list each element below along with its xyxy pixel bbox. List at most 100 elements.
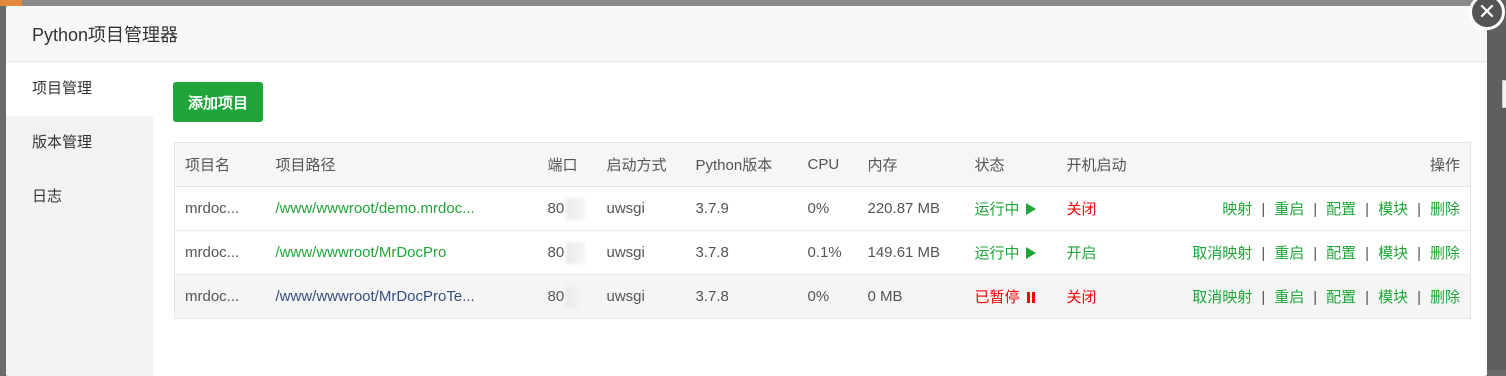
start-mode: uwsgi [596,274,686,319]
unmap-button[interactable]: 取消映射 [1192,289,1252,306]
port-value: 80 [547,287,565,305]
action-separator: | [1365,201,1370,218]
col-header-path: 项目路径 [265,142,538,187]
action-separator: | [1313,245,1318,262]
table-row: mrdoc... /www/wwwroot/MrDocPro 80 uwsgi … [174,230,1471,275]
play-icon [1025,203,1036,215]
project-name: mrdoc... [174,274,266,319]
status-cell: 运行中 [964,186,1057,231]
sidebar-item-logs[interactable]: 日志 [6,170,153,224]
cpu-usage: 0.1% [797,230,858,275]
config-button[interactable]: 配置 [1326,201,1356,218]
port-value: 80 [547,243,565,261]
status-cell: 运行中 [964,230,1057,275]
project-path-link[interactable]: /www/wwwroot/MrDocPro [276,244,447,261]
col-header-cpu: CPU [797,142,858,187]
backdrop-ghost-button [1502,80,1506,108]
status-toggle[interactable]: 运行中 [975,201,1036,218]
map-button[interactable]: 映射 [1222,201,1252,218]
delete-button[interactable]: 删除 [1430,289,1460,306]
sidebar: 项目管理 版本管理 日志 [6,62,153,376]
action-separator: | [1261,201,1266,218]
boot-cell: 关闭 [1056,186,1157,231]
python-manager-dialog: Python项目管理器 项目管理 版本管理 日志 添加项目 项目名 项目路径 端… [6,6,1487,376]
restart-button[interactable]: 重启 [1274,289,1304,306]
status-cell: 已暂停 [964,274,1057,319]
project-name: mrdoc... [174,230,266,275]
status-label: 运行中 [974,245,1020,262]
port-redaction [566,241,587,264]
actions-cell: 取消映射 | 重启 | 配置 | 模块 | 删除 [1156,274,1471,319]
table-row: mrdoc... /www/wwwroot/MrDocProTe... 80 u… [174,274,1471,319]
memory-usage: 220.87 MB [857,186,965,231]
port-redaction [566,285,587,308]
col-header-boot: 开机启动 [1056,142,1157,187]
actions-cell: 映射 | 重启 | 配置 | 模块 | 删除 [1156,186,1471,231]
memory-usage: 149.61 MB [857,230,965,275]
port-cell: 80 [537,186,597,231]
boot-toggle[interactable]: 关闭 [1067,289,1097,306]
project-path-cell: /www/wwwroot/MrDocPro [265,230,538,275]
project-path-cell: /www/wwwroot/MrDocProTe... [265,274,538,319]
port-cell: 80 [537,274,597,319]
unmap-button[interactable]: 取消映射 [1192,245,1252,262]
delete-button[interactable]: 删除 [1430,245,1460,262]
dialog-title: Python项目管理器 [32,24,179,45]
module-button[interactable]: 模块 [1378,245,1408,262]
config-button[interactable]: 配置 [1326,245,1356,262]
python-version: 3.7.9 [685,186,798,231]
col-header-status: 状态 [964,142,1057,187]
cpu-usage: 0% [797,186,858,231]
boot-cell: 开启 [1056,230,1157,275]
port-value: 80 [547,199,565,217]
col-header-python-version: Python版本 [685,142,798,187]
project-path-link[interactable]: /www/wwwroot/demo.mrdoc... [276,200,475,217]
cpu-usage: 0% [797,274,858,319]
boot-cell: 关闭 [1056,274,1157,319]
table-row: mrdoc... /www/wwwroot/demo.mrdoc... 80 u… [174,186,1471,231]
port-cell: 80 [537,230,597,275]
col-header-memory: 内存 [857,142,965,187]
project-path-link[interactable]: /www/wwwroot/MrDocProTe... [276,288,475,305]
sidebar-item-project-management[interactable]: 项目管理 [6,62,153,116]
boot-toggle[interactable]: 关闭 [1067,201,1097,218]
dialog-header: Python项目管理器 [6,6,1487,62]
status-toggle[interactable]: 已暂停 [975,289,1036,306]
status-label: 运行中 [974,201,1020,218]
delete-button[interactable]: 删除 [1430,201,1460,218]
pause-icon [1026,292,1036,303]
boot-toggle[interactable]: 开启 [1067,245,1097,262]
main-content: 添加项目 项目名 项目路径 端口 启动方式 Python版本 CPU 内存 状态… [153,62,1487,376]
action-separator: | [1313,201,1318,218]
python-version: 3.7.8 [685,230,798,275]
action-separator: | [1417,245,1421,262]
module-button[interactable]: 模块 [1378,289,1408,306]
restart-button[interactable]: 重启 [1274,245,1304,262]
status-toggle[interactable]: 运行中 [975,245,1036,262]
start-mode: uwsgi [596,186,686,231]
sidebar-item-version-management[interactable]: 版本管理 [6,116,153,170]
restart-button[interactable]: 重启 [1274,201,1304,218]
action-separator: | [1313,289,1318,306]
project-name: mrdoc... [174,186,266,231]
col-header-name: 项目名 [174,142,266,187]
config-button[interactable]: 配置 [1326,289,1356,306]
start-mode: uwsgi [596,230,686,275]
status-label: 已暂停 [974,289,1020,306]
python-version: 3.7.8 [685,274,798,319]
action-separator: | [1261,245,1266,262]
action-separator: | [1261,289,1266,306]
col-header-start-mode: 启动方式 [596,142,686,187]
project-table: 项目名 项目路径 端口 启动方式 Python版本 CPU 内存 状态 开机启动… [174,142,1471,319]
add-project-button[interactable]: 添加项目 [173,82,264,122]
col-header-port: 端口 [537,142,597,187]
col-header-actions: 操作 [1156,142,1471,187]
table-header-row: 项目名 项目路径 端口 启动方式 Python版本 CPU 内存 状态 开机启动… [174,142,1471,187]
port-redaction [566,197,587,220]
action-separator: | [1365,289,1370,306]
action-separator: | [1417,201,1421,218]
play-icon [1025,247,1036,259]
backdrop-right [1486,0,1506,370]
action-separator: | [1417,289,1421,306]
module-button[interactable]: 模块 [1378,201,1408,218]
